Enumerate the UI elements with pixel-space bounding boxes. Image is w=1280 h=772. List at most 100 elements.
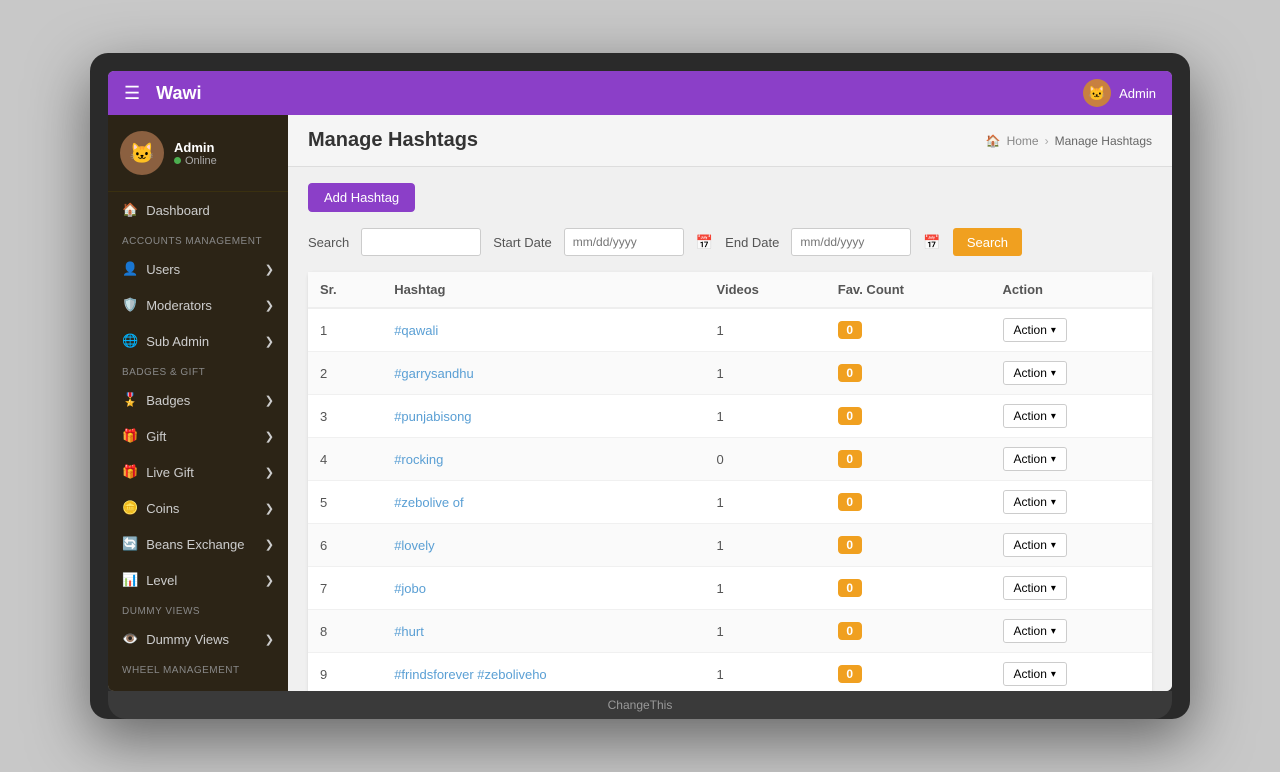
cell-videos: 1	[705, 352, 826, 395]
hashtag-link[interactable]: #jobo	[394, 581, 426, 596]
sidebar-item-gift[interactable]: 🎁 Gift ❯	[108, 418, 288, 454]
cell-hashtag: #zebolive of	[382, 481, 704, 524]
action-button[interactable]: Action	[1003, 533, 1067, 557]
hashtag-link[interactable]: #punjabisong	[394, 409, 471, 424]
action-dropdown: Action	[1003, 318, 1067, 342]
hashtag-link[interactable]: #qawali	[394, 323, 438, 338]
subadmin-arrow: ❯	[265, 335, 274, 348]
online-status: Online	[174, 155, 217, 167]
action-button[interactable]: Action	[1003, 662, 1067, 686]
moderators-icon: 🛡️	[122, 297, 138, 313]
cell-sr: 2	[308, 352, 382, 395]
action-dropdown: Action	[1003, 447, 1067, 471]
table-row: 6 #lovely 1 0 Action	[308, 524, 1152, 567]
users-arrow: ❯	[265, 263, 274, 276]
search-button[interactable]: Search	[953, 228, 1022, 256]
sidebar-item-dummyviews[interactable]: 👁️ Dummy Views ❯	[108, 621, 288, 657]
calendar-icon-end: 📅	[923, 234, 940, 251]
fav-badge: 0	[838, 579, 862, 597]
sidebar-item-livegift[interactable]: 🎁 Live Gift ❯	[108, 454, 288, 490]
cell-action: Action	[991, 524, 1152, 567]
cell-videos: 1	[705, 610, 826, 653]
cell-hashtag: #frindsforever #zeboliveho	[382, 653, 704, 692]
hashtag-link[interactable]: #frindsforever #zeboliveho	[394, 667, 546, 682]
hashtag-link[interactable]: #hurt	[394, 624, 424, 639]
cell-fav-count: 0	[826, 653, 991, 692]
cell-videos: 1	[705, 395, 826, 438]
cell-sr: 8	[308, 610, 382, 653]
hashtag-link[interactable]: #rocking	[394, 452, 443, 467]
start-date-input[interactable]	[564, 228, 684, 256]
dashboard-icon: 🏠	[122, 202, 138, 218]
sidebar-avatar: 🐱	[120, 131, 164, 175]
fav-badge: 0	[838, 450, 862, 468]
hamburger-icon[interactable]: ☰	[124, 83, 140, 104]
hashtag-link[interactable]: #lovely	[394, 538, 434, 553]
user-menu[interactable]: 🐱 Admin	[1083, 79, 1156, 107]
action-button[interactable]: Action	[1003, 490, 1067, 514]
cell-videos: 1	[705, 481, 826, 524]
coins-icon: 🪙	[122, 500, 138, 516]
sidebar: 🐱 Admin Online 🏠 Dashboard	[108, 115, 288, 691]
sidebar-item-beans[interactable]: 🔄 Beans Exchange ❯	[108, 526, 288, 562]
accounts-section-label: ACCOUNTS MANAGEMENT	[108, 228, 288, 251]
cell-hashtag: #garrysandhu	[382, 352, 704, 395]
cell-sr: 3	[308, 395, 382, 438]
breadcrumb-home: Home	[1007, 134, 1039, 148]
col-fav-count: Fav. Count	[826, 272, 991, 308]
sidebar-item-dashboard[interactable]: 🏠 Dashboard	[108, 192, 288, 228]
col-videos: Videos	[705, 272, 826, 308]
cell-videos: 1	[705, 567, 826, 610]
admin-label: Admin	[1119, 86, 1156, 101]
cell-videos: 1	[705, 308, 826, 352]
search-input[interactable]	[361, 228, 481, 256]
sidebar-item-users[interactable]: 👤 Users ❯	[108, 251, 288, 287]
action-button[interactable]: Action	[1003, 404, 1067, 428]
online-dot	[174, 157, 181, 164]
action-dropdown: Action	[1003, 361, 1067, 385]
cell-action: Action	[991, 352, 1152, 395]
col-sr: Sr.	[308, 272, 382, 308]
admin-avatar: 🐱	[1083, 79, 1111, 107]
fav-badge: 0	[838, 364, 862, 382]
breadcrumb-home-icon: 🏠	[986, 134, 1001, 148]
profile-name: Admin	[174, 140, 217, 155]
start-date-label: Start Date	[493, 235, 552, 250]
hashtag-link[interactable]: #zebolive of	[394, 495, 463, 510]
cell-hashtag: #lovely	[382, 524, 704, 567]
action-button[interactable]: Action	[1003, 619, 1067, 643]
sidebar-item-moderators[interactable]: 🛡️ Moderators ❯	[108, 287, 288, 323]
action-dropdown: Action	[1003, 662, 1067, 686]
dummyviews-icon: 👁️	[122, 631, 138, 647]
cell-sr: 9	[308, 653, 382, 692]
action-button[interactable]: Action	[1003, 447, 1067, 471]
sidebar-item-badges[interactable]: 🎖️ Badges ❯	[108, 382, 288, 418]
action-button[interactable]: Action	[1003, 361, 1067, 385]
action-button[interactable]: Action	[1003, 576, 1067, 600]
wheel-section-label: WHEEL MANAGEMENT	[108, 657, 288, 680]
cell-hashtag: #qawali	[382, 308, 704, 352]
action-dropdown: Action	[1003, 404, 1067, 428]
table-row: 5 #zebolive of 1 0 Action	[308, 481, 1152, 524]
add-hashtag-button[interactable]: Add Hashtag	[308, 183, 415, 212]
cell-sr: 7	[308, 567, 382, 610]
table-row: 9 #frindsforever #zeboliveho 1 0 Action	[308, 653, 1152, 692]
search-label: Search	[308, 235, 349, 250]
content-body: Add Hashtag Search Start Date 📅 End Date…	[288, 167, 1172, 691]
cell-hashtag: #jobo	[382, 567, 704, 610]
col-action: Action	[991, 272, 1152, 308]
action-dropdown: Action	[1003, 576, 1067, 600]
badges-icon: 🎖️	[122, 392, 138, 408]
moderators-arrow: ❯	[265, 299, 274, 312]
end-date-input[interactable]	[791, 228, 911, 256]
sidebar-item-level[interactable]: 📊 Level ❯	[108, 562, 288, 598]
sidebar-item-coins[interactable]: 🪙 Coins ❯	[108, 490, 288, 526]
cell-fav-count: 0	[826, 481, 991, 524]
cell-action: Action	[991, 438, 1152, 481]
cell-action: Action	[991, 481, 1152, 524]
cell-fav-count: 0	[826, 395, 991, 438]
hashtag-link[interactable]: #garrysandhu	[394, 366, 474, 381]
action-button[interactable]: Action	[1003, 318, 1067, 342]
sidebar-item-subadmin[interactable]: 🌐 Sub Admin ❯	[108, 323, 288, 359]
action-dropdown: Action	[1003, 533, 1067, 557]
